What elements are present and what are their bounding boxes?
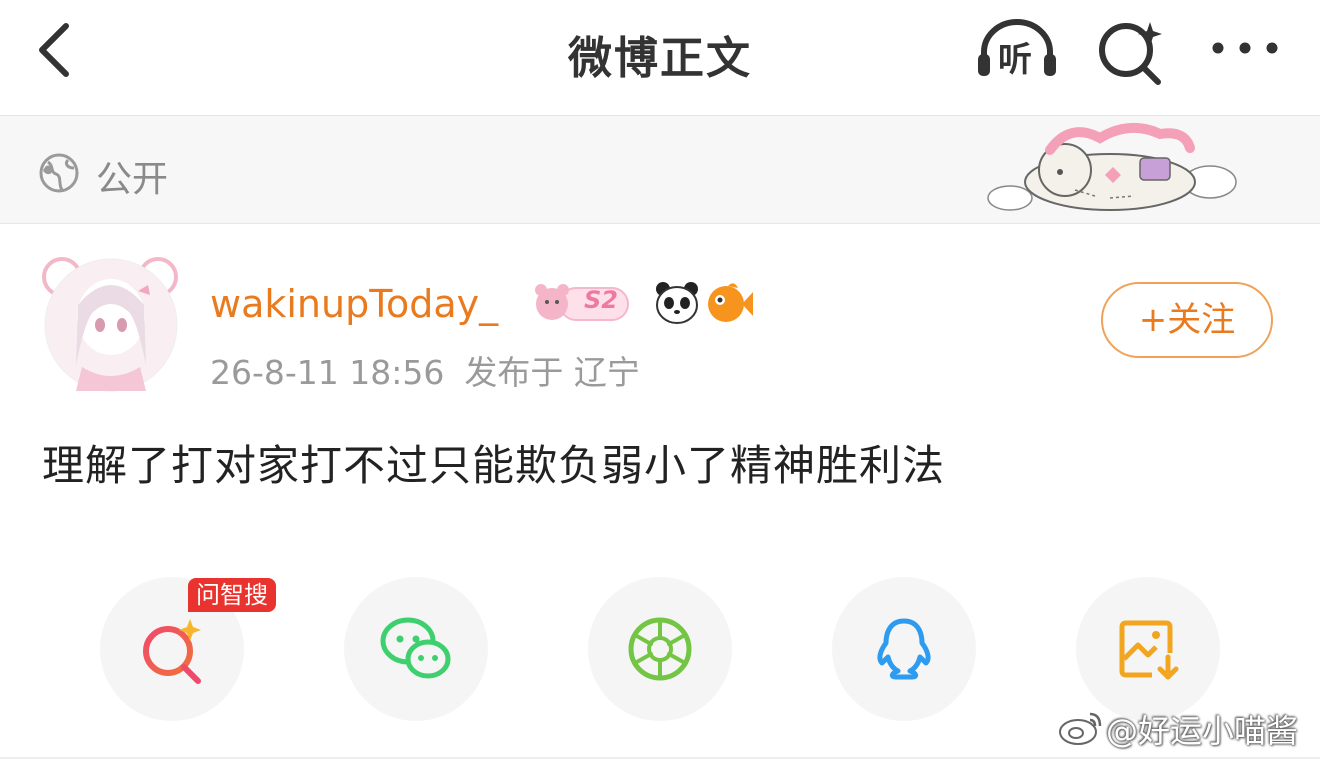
qq-icon <box>877 618 931 680</box>
globe-icon <box>39 153 79 193</box>
follow-button[interactable]: +关注 <box>1101 282 1273 358</box>
post-meta: 26-8-11 18:56 发布于 辽宁 <box>210 346 640 394</box>
fish-icon <box>708 283 753 322</box>
share-qq[interactable] <box>832 577 976 721</box>
ai-search-icon <box>1099 22 1162 85</box>
ai-search-icon <box>143 619 201 684</box>
panda-icon <box>656 282 698 324</box>
more-button[interactable] <box>1208 26 1282 70</box>
share-save-image[interactable] <box>1076 577 1220 721</box>
avatar-image <box>42 257 178 392</box>
username[interactable]: wakinupToday_ <box>210 282 498 326</box>
post-location: 发布于 辽宁 <box>464 353 640 392</box>
avatar[interactable] <box>42 255 196 393</box>
post-date: 26-8-11 18:56 <box>210 353 445 392</box>
watermark-text: @好运小喵酱 <box>1106 712 1299 750</box>
share-wechat[interactable] <box>344 577 488 721</box>
top-nav-bar: 微博正文 听 <box>0 0 1320 116</box>
listen-button[interactable]: 听 <box>974 18 1060 82</box>
weibo-logo-icon <box>1059 712 1102 745</box>
moments-icon <box>628 617 692 681</box>
badge-text: S2 <box>584 286 618 314</box>
share-moments[interactable] <box>588 577 732 721</box>
ai-search-button[interactable] <box>1096 16 1166 86</box>
save-image-icon <box>1119 620 1179 680</box>
listen-label: 听 <box>998 40 1032 80</box>
ai-search-tag: 问智搜 <box>188 578 276 612</box>
user-badges: S2 <box>530 278 760 328</box>
visibility-label: 公开 <box>96 159 169 200</box>
more-icon <box>1212 42 1278 54</box>
back-arrow-icon <box>39 23 69 77</box>
sleeping-cat-decoration <box>987 122 1237 211</box>
wechat-icon <box>380 617 451 679</box>
visibility-bar: 公开 <box>0 116 1320 224</box>
post-content: 理解了打对家打不过只能欺负弱小了精神胜利法 <box>42 441 946 490</box>
back-button[interactable] <box>30 18 80 82</box>
